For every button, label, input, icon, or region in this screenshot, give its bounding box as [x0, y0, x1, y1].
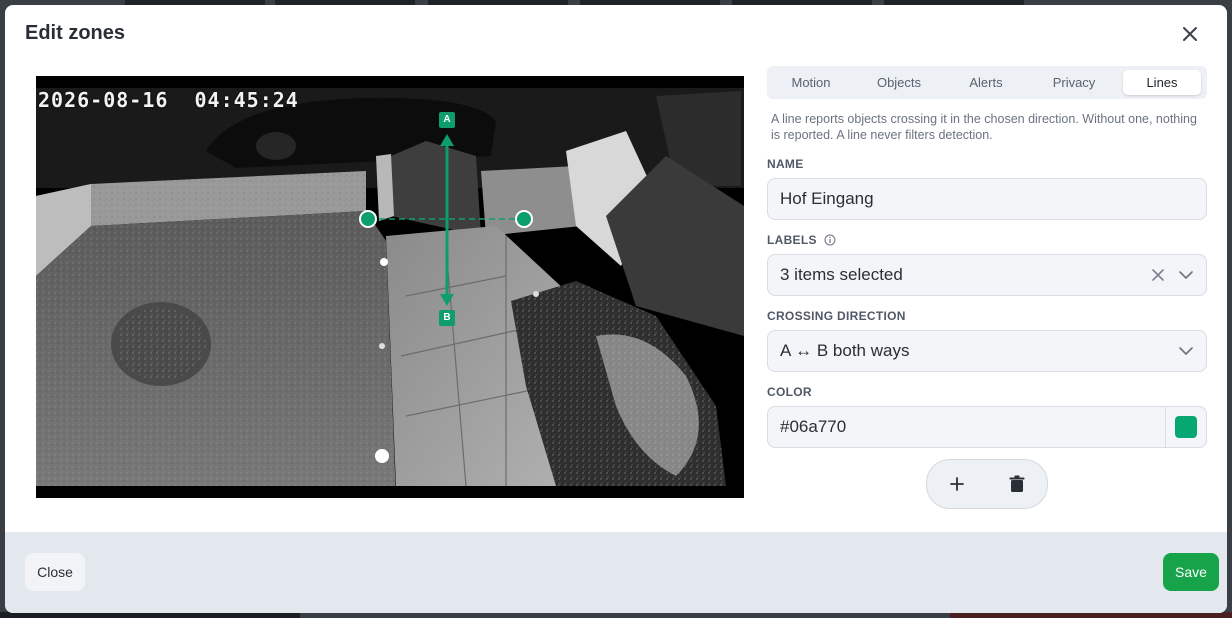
- lines-help-text: A line reports objects crossing it in th…: [771, 112, 1197, 142]
- color-label: COLOR: [767, 385, 812, 399]
- dialog-footer: Close Save: [5, 532, 1227, 613]
- tab-motion[interactable]: Motion: [771, 70, 851, 95]
- direction-select[interactable]: A ↔ B both ways: [767, 330, 1207, 372]
- line-marker-a[interactable]: A: [439, 112, 455, 128]
- line-handle-start[interactable]: [359, 210, 377, 228]
- trash-icon[interactable]: [1005, 472, 1029, 496]
- chevron-down-icon[interactable]: [1178, 268, 1194, 282]
- tab-objects[interactable]: Objects: [857, 70, 941, 95]
- chevron-down-icon[interactable]: [1178, 344, 1194, 358]
- tab-alerts[interactable]: Alerts: [947, 70, 1025, 95]
- edit-zones-dialog: Edit zones 2026-08-16 04:45:24 A B Motio…: [5, 5, 1227, 613]
- direction-label: CROSSING DIRECTION: [767, 309, 906, 323]
- zone-type-tabs: Motion Objects Alerts Privacy Lines: [767, 66, 1207, 99]
- info-icon[interactable]: [824, 234, 836, 246]
- camera-view[interactable]: 2026-08-16 04:45:24 A B: [36, 76, 744, 498]
- camera-snapshot: [36, 76, 744, 498]
- labels-value: 3 items selected: [780, 265, 903, 284]
- line-marker-b[interactable]: B: [439, 310, 455, 326]
- labels-label-text: LABELS: [767, 233, 817, 247]
- clear-icon[interactable]: [1150, 267, 1166, 283]
- direction-value: A ↔ B both ways: [780, 341, 910, 360]
- dialog-title: Edit zones: [25, 22, 126, 44]
- camera-timestamp: 2026-08-16 04:45:24: [38, 88, 299, 112]
- color-picker-button[interactable]: [1165, 407, 1206, 447]
- color-swatch: [1175, 416, 1197, 438]
- tab-privacy[interactable]: Privacy: [1031, 70, 1117, 95]
- name-input[interactable]: [768, 179, 1206, 219]
- color-input[interactable]: [768, 407, 1206, 447]
- plus-icon[interactable]: [945, 472, 969, 496]
- line-handle-end[interactable]: [515, 210, 533, 228]
- save-button[interactable]: Save: [1163, 553, 1219, 591]
- color-field[interactable]: [767, 406, 1207, 448]
- labels-select[interactable]: 3 items selected: [767, 254, 1207, 296]
- line-actions: [926, 459, 1048, 509]
- name-label: NAME: [767, 157, 804, 171]
- tab-lines[interactable]: Lines: [1123, 70, 1201, 95]
- labels-label: LABELS: [767, 233, 836, 247]
- close-button[interactable]: Close: [25, 553, 85, 591]
- close-icon[interactable]: [1179, 23, 1201, 45]
- name-field[interactable]: [767, 178, 1207, 220]
